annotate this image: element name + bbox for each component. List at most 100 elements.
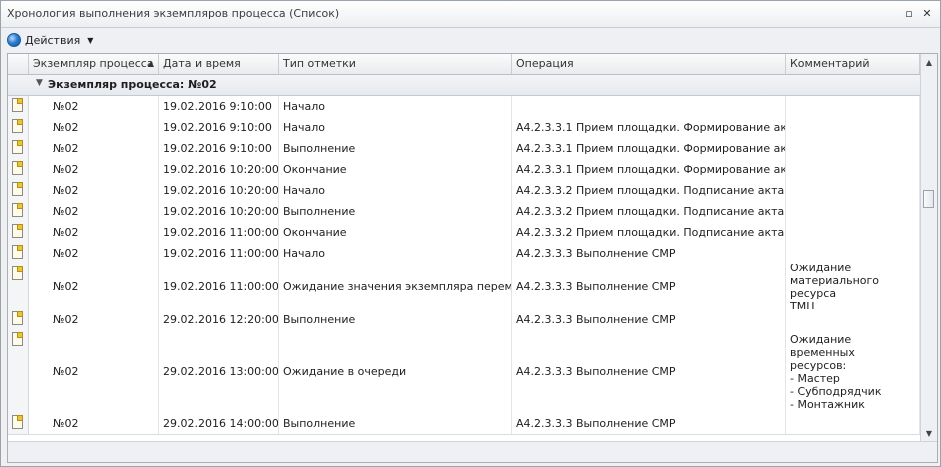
cell-datetime[interactable]: 29.02.2016 13:00:00: [159, 330, 279, 413]
cell-comment[interactable]: [786, 96, 920, 117]
table-row[interactable]: №02 19.02.2016 11:00:00 Окончание A4.2.3.3.…: [8, 222, 920, 244]
cell-datetime[interactable]: 19.02.2016 11:00:00: [159, 264, 279, 309]
cell-instance[interactable]: №02: [29, 138, 159, 159]
cell-mark-type[interactable]: Окончание: [279, 222, 512, 243]
row-indicator: [8, 96, 29, 117]
cell-operation[interactable]: A4.2.3.3.2 Прием площадки. Подписание ак…: [512, 180, 786, 201]
row-indicator: [8, 243, 29, 264]
cell-datetime[interactable]: 29.02.2016 12:20:00: [159, 309, 279, 330]
cell-datetime[interactable]: 29.02.2016 14:00:00: [159, 413, 279, 434]
table-row[interactable]: №02 19.02.2016 9:10:00 Начало: [8, 96, 920, 118]
cell-operation[interactable]: A4.2.3.3.1 Прием площадки. Формирование …: [512, 138, 786, 159]
cell-datetime[interactable]: 19.02.2016 10:20:00: [159, 201, 279, 222]
group-row[interactable]: ▼ Экземпляр процесса: №02: [8, 75, 920, 96]
cell-operation[interactable]: A4.2.3.3.3 Выполнение СМР: [512, 413, 786, 434]
cell-operation[interactable]: A4.2.3.3.3 Выполнение СМР: [512, 264, 786, 309]
cell-operation[interactable]: [512, 96, 786, 117]
cell-mark-type[interactable]: Окончание: [279, 159, 512, 180]
cell-operation[interactable]: A4.2.3.3.1 Прием площадки. Формирование …: [512, 159, 786, 180]
header-instance[interactable]: Экземпляр процесса ▲: [29, 54, 159, 74]
row-indicator: [8, 180, 29, 201]
horizontal-scrollbar[interactable]: [8, 441, 937, 462]
cell-instance[interactable]: №02: [29, 330, 159, 413]
cell-instance[interactable]: №02: [29, 222, 159, 243]
row-indicator: [8, 117, 29, 138]
cell-instance[interactable]: №02: [29, 264, 159, 309]
cell-mark-type[interactable]: Начало: [279, 180, 512, 201]
cell-mark-type[interactable]: Начало: [279, 243, 512, 264]
cell-instance[interactable]: №02: [29, 159, 159, 180]
cell-instance[interactable]: №02: [29, 117, 159, 138]
header-operation[interactable]: Операция: [512, 54, 786, 74]
cell-datetime[interactable]: 19.02.2016 9:10:00: [159, 117, 279, 138]
chevron-down-icon[interactable]: ▼: [36, 78, 43, 88]
document-icon: [12, 182, 23, 196]
cell-mark-type[interactable]: Выполнение: [279, 309, 512, 330]
row-indicator: [8, 201, 29, 222]
cell-mark-type[interactable]: Ожидание в очереди: [279, 330, 512, 413]
table-row[interactable]: №02 29.02.2016 12:20:00 Выполнение A4.2.3.3…: [8, 309, 920, 331]
document-icon: [12, 140, 23, 154]
table-row[interactable]: №02 29.02.2016 14:00:00 Выполнение A4.2.3.3…: [8, 413, 920, 435]
table-row[interactable]: №02 19.02.2016 10:20:00 Окончание A4.2.3.3.…: [8, 159, 920, 181]
cell-comment[interactable]: [786, 222, 920, 243]
table-row[interactable]: №02 29.02.2016 13:00:00 Ожидание в очереди…: [8, 330, 920, 414]
cell-instance[interactable]: №02: [29, 96, 159, 117]
cell-instance[interactable]: №02: [29, 243, 159, 264]
cell-comment[interactable]: [786, 309, 920, 330]
table-row[interactable]: №02 19.02.2016 11:00:00 Начало A4.2.3.3.3 В…: [8, 243, 920, 265]
cell-datetime[interactable]: 19.02.2016 11:00:00: [159, 222, 279, 243]
cell-mark-type[interactable]: Начало: [279, 117, 512, 138]
cell-instance[interactable]: №02: [29, 413, 159, 434]
header-comment[interactable]: Комментарий: [786, 54, 920, 74]
cell-mark-type[interactable]: Ожидание значения экземпляра переменной: [279, 264, 512, 309]
cell-operation[interactable]: A4.2.3.3.3 Выполнение СМР: [512, 243, 786, 264]
cell-instance[interactable]: №02: [29, 309, 159, 330]
table-row[interactable]: №02 19.02.2016 9:10:00 Начало A4.2.3.3.1 Пр…: [8, 117, 920, 139]
cell-comment[interactable]: Ожидание временных ресурсов: - Мастер - …: [786, 330, 920, 413]
document-icon: [12, 245, 23, 259]
table-row[interactable]: №02 19.02.2016 10:20:00 Начало A4.2.3.3.2 П…: [8, 180, 920, 202]
actions-menu-button[interactable]: Действия ▼: [7, 31, 93, 49]
cell-instance[interactable]: №02: [29, 201, 159, 222]
table-row[interactable]: №02 19.02.2016 10:20:00 Выполнение A4.2.3.3…: [8, 201, 920, 223]
cell-operation[interactable]: A4.2.3.3.3 Выполнение СМР: [512, 309, 786, 330]
cell-comment[interactable]: [786, 180, 920, 201]
cell-comment[interactable]: [786, 138, 920, 159]
cell-operation[interactable]: A4.2.3.3.1 Прием площадки. Формирование …: [512, 117, 786, 138]
header-mark-type[interactable]: Тип отметки: [279, 54, 512, 74]
cell-operation[interactable]: A4.2.3.3.2 Прием площадки. Подписание ак…: [512, 222, 786, 243]
cell-mark-type[interactable]: Выполнение: [279, 413, 512, 434]
table-row[interactable]: №02 19.02.2016 9:10:00 Выполнение A4.2.3.3.…: [8, 138, 920, 160]
maximize-icon[interactable]: ▫: [902, 6, 916, 20]
cell-comment[interactable]: [786, 159, 920, 180]
window-title: Хронология выполнения экземпляров процес…: [7, 7, 340, 20]
cell-mark-type[interactable]: Выполнение: [279, 138, 512, 159]
cell-datetime[interactable]: 19.02.2016 11:00:00: [159, 243, 279, 264]
cell-datetime[interactable]: 19.02.2016 10:20:00: [159, 180, 279, 201]
cell-comment[interactable]: [786, 201, 920, 222]
close-icon[interactable]: ✕: [920, 6, 934, 20]
cell-mark-type[interactable]: Выполнение: [279, 201, 512, 222]
vertical-scrollbar[interactable]: ▲ ▼: [920, 54, 937, 441]
cell-datetime[interactable]: 19.02.2016 9:10:00: [159, 138, 279, 159]
cell-comment[interactable]: [786, 117, 920, 138]
cell-datetime[interactable]: 19.02.2016 10:20:00: [159, 159, 279, 180]
cell-comment[interactable]: Ожидание материального ресурса ТМЦ: [786, 264, 920, 309]
scroll-down-icon[interactable]: ▼: [921, 425, 937, 441]
header-datetime[interactable]: Дата и время: [159, 54, 279, 74]
document-icon: [12, 161, 23, 175]
cell-operation[interactable]: A4.2.3.3.2 Прием площадки. Подписание ак…: [512, 201, 786, 222]
cell-comment[interactable]: [786, 413, 920, 434]
cell-instance[interactable]: №02: [29, 180, 159, 201]
document-icon: [12, 332, 23, 346]
chevron-down-icon: ▼: [87, 35, 94, 45]
grid-header: Экземпляр процесса ▲ Дата и время Тип от…: [8, 54, 920, 75]
scroll-thumb[interactable]: [923, 190, 934, 208]
table-row[interactable]: №02 19.02.2016 11:00:00 Ожидание значения …: [8, 264, 920, 310]
cell-comment[interactable]: [786, 243, 920, 264]
scroll-up-icon[interactable]: ▲: [921, 54, 937, 70]
cell-operation[interactable]: A4.2.3.3.3 Выполнение СМР: [512, 330, 786, 413]
cell-datetime[interactable]: 19.02.2016 9:10:00: [159, 96, 279, 117]
cell-mark-type[interactable]: Начало: [279, 96, 512, 117]
